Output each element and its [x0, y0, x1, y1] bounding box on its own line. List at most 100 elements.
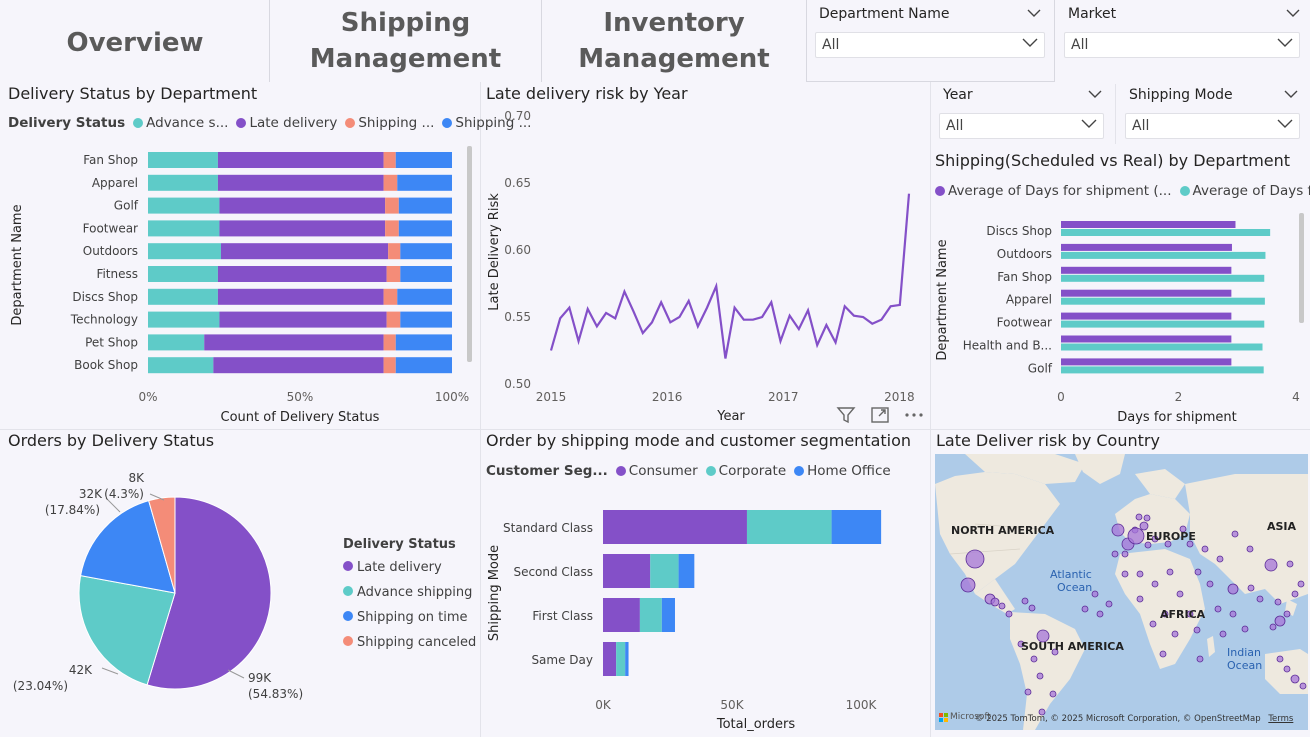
category-label: Apparel [92, 176, 138, 190]
chevron-down-icon [1081, 119, 1097, 128]
bar-segment [217, 152, 384, 168]
legend-label: Shipping canceled [357, 635, 476, 650]
bar-segment [397, 288, 452, 305]
category-label: Golf [114, 199, 139, 213]
legend-item[interactable]: Consumer [615, 463, 698, 479]
bar-segment [148, 288, 218, 305]
tick-label: 100K [846, 698, 878, 712]
year-slicer-label: Year [943, 87, 973, 103]
data-label-percent: (4.3%) [104, 487, 144, 501]
tick-label: 2 [1175, 390, 1183, 404]
legend-dot [343, 611, 353, 621]
bar-segment [219, 311, 387, 328]
y-axis-label: Department Name [935, 239, 950, 360]
tick-label: 0.50 [504, 377, 531, 391]
legend-item[interactable]: Shipping ... [345, 115, 434, 131]
shipping-mode-dropdown[interactable]: All [1125, 113, 1300, 139]
data-label: 99K [248, 671, 272, 685]
orders-by-status-chart[interactable]: 99K (54.83%) 42K(23.04%) 32K (17.84%) 8K (4.3%… [0, 452, 480, 737]
bar-segment [219, 197, 386, 214]
filter-icon[interactable] [836, 406, 856, 424]
y-axis-label: Department Name [10, 204, 25, 325]
legend-item[interactable]: Corporate [705, 463, 786, 479]
year-dropdown[interactable]: All [939, 113, 1104, 139]
panel-divider [0, 429, 1310, 430]
bar-segment [219, 220, 386, 237]
chevron-down-icon[interactable] [1286, 8, 1300, 18]
legend-item[interactable]: Advance s... [133, 115, 228, 131]
delivery-status-dept-chart[interactable]: Fan Shop Apparel Golf Footwear Outdoors Fitne… [0, 140, 480, 428]
category-label: Book Shop [74, 358, 138, 372]
bar-segment [148, 243, 221, 260]
category-label: Same Day [531, 653, 593, 667]
orders-by-status-title: Orders by Delivery Status [8, 431, 215, 450]
shipping-mode-slicer: Shipping Mode All [1125, 87, 1300, 143]
nav-inventory-button[interactable]: Inventory Management [542, 0, 806, 82]
sched-vs-real-chart[interactable]: Discs Shop Outdoors Fan Shop Apparel Footwea… [931, 205, 1310, 428]
tick-label: 0 [1057, 390, 1065, 404]
chevron-down-icon[interactable] [1088, 89, 1102, 99]
nav-inventory-label-2: Management [578, 44, 770, 74]
map-label: SOUTH AMERICA [1021, 640, 1124, 653]
chevron-down-icon[interactable] [1284, 89, 1298, 99]
late-risk-year-chart[interactable]: 0.50 0.55 0.60 0.65 0.70 2015 2016 2017 2018 Year… [481, 104, 929, 428]
more-options-icon[interactable] [903, 406, 925, 424]
ship-mode-segment-legend: Customer Seg... Consumer Corporate Home … [486, 463, 899, 479]
nav-shipping-button[interactable]: Shipping Management [270, 0, 541, 82]
legend-item[interactable]: Average of Days for ... [1179, 183, 1310, 199]
map-visual[interactable]: NORTH AMERICA EUROPE ASIA AFRICA SOUTH A… [935, 454, 1308, 730]
department-dropdown[interactable]: All [815, 32, 1045, 58]
market-slicer-label: Market [1068, 6, 1117, 22]
focus-mode-icon[interactable] [870, 406, 890, 424]
legend-label: Average of Days for ... [1192, 183, 1310, 199]
category-label: Discs Shop [72, 290, 138, 304]
data-label: 8K [128, 471, 145, 485]
map-label: AFRICA [1160, 608, 1206, 621]
tick-label: 0.70 [504, 109, 531, 123]
bar [1061, 297, 1265, 305]
bar-segment [746, 510, 832, 544]
bar-segment [616, 642, 626, 676]
nav-shipping-label-2: Management [309, 44, 502, 74]
bar-segment [386, 266, 401, 282]
category-label: Technology [70, 313, 138, 327]
bar-segment [400, 266, 452, 282]
y-axis-label: Late Delivery Risk [487, 193, 502, 311]
bar-segment [639, 598, 662, 632]
tick-label: 0K [595, 698, 612, 712]
tick-label: 2017 [768, 390, 799, 404]
late-risk-year-title: Late delivery risk by Year [486, 84, 688, 103]
bar-segment [217, 288, 384, 305]
bar-segment [400, 311, 452, 328]
data-label: 32K [79, 487, 103, 501]
category-label: Outdoors [83, 244, 138, 258]
map-label: Ocean [1227, 659, 1262, 672]
map-label: Atlantic [1050, 568, 1092, 581]
legend-label: Advance shipping [357, 585, 472, 600]
category-label: Discs Shop [986, 224, 1052, 238]
legend-item[interactable]: Late delivery [236, 115, 337, 131]
bar-segment [831, 510, 882, 544]
map-terms-link[interactable]: Terms [1268, 714, 1293, 724]
sched-vs-real-title: Shipping(Scheduled vs Real) by Departmen… [935, 151, 1291, 170]
nav-overview-button[interactable]: Overview [0, 0, 270, 82]
legend-dot [343, 586, 353, 596]
slicer-divider [1115, 84, 1116, 144]
legend-item[interactable]: Home Office [794, 463, 891, 479]
tick-label: 2018 [884, 390, 915, 404]
chevron-down-icon [1277, 119, 1293, 128]
bar-segment [386, 311, 401, 328]
market-dropdown[interactable]: All [1064, 32, 1300, 58]
category-label: Footwear [997, 316, 1052, 330]
legend-item[interactable]: Average of Days for shipment (... [935, 183, 1172, 199]
bar-segment [383, 288, 398, 305]
legend-label: Shipping on time [357, 610, 468, 625]
chevron-down-icon[interactable] [1027, 8, 1041, 18]
tick-label: 100% [435, 390, 469, 404]
bar-segment [383, 357, 396, 374]
ship-mode-segment-chart[interactable]: Standard Class Second Class First Class Sam… [481, 488, 929, 737]
bar-segment [383, 152, 396, 168]
bar-segment [148, 174, 218, 191]
bar [1061, 229, 1271, 236]
shipping-mode-slicer-label: Shipping Mode [1129, 87, 1233, 103]
